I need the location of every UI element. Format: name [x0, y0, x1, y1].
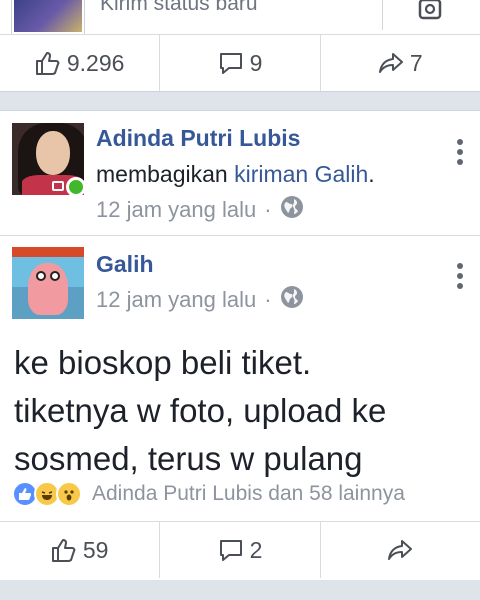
divider: [382, 0, 383, 30]
comment-button[interactable]: 2: [160, 522, 321, 578]
share-text-prefix: membagikan: [96, 161, 235, 187]
more-vertical-icon[interactable]: [454, 263, 466, 293]
status-prompt[interactable]: Kirim status baru: [100, 0, 258, 16]
camera-icon[interactable]: [418, 0, 444, 29]
share-description: membagikan kiriman Galih.: [96, 161, 375, 188]
top-action-row: 9.296 9 7: [0, 35, 480, 91]
like-icon: [51, 537, 77, 563]
timestamp[interactable]: 12 jam yang lalu: [96, 197, 256, 223]
post-meta: 12 jam yang lalu ·: [96, 195, 304, 225]
like-count: 59: [82, 536, 109, 563]
globe-icon: [280, 195, 304, 225]
like-button[interactable]: 59: [0, 522, 161, 578]
reactions-text: Adinda Putri Lubis dan 58 lainnya: [92, 482, 405, 505]
reactions-summary[interactable]: Adinda Putri Lubis dan 58 lainnya: [12, 481, 405, 507]
more-vertical-icon[interactable]: [454, 139, 466, 169]
globe-icon: [280, 285, 304, 315]
post-body-line: sosmed, terus w pulang: [14, 440, 363, 477]
comment-count: 9: [249, 49, 263, 76]
previous-post-card: Kirim status baru 9.296 9 7: [0, 0, 480, 92]
post-meta: 12 jam yang lalu ·: [96, 285, 304, 315]
shared-post-link[interactable]: kiriman Galih: [234, 161, 368, 187]
like-count: 9.296: [66, 49, 125, 76]
timestamp[interactable]: 12 jam yang lalu: [96, 287, 256, 313]
sharer-name[interactable]: Adinda Putri Lubis: [96, 125, 300, 152]
wow-reaction-icon: [56, 481, 82, 507]
like-icon: [35, 50, 61, 76]
post-body-line: tiketnya w foto, upload ke: [14, 392, 387, 429]
post-body-line: ke bioskop beli tiket.: [14, 344, 312, 381]
share-button[interactable]: [321, 522, 480, 578]
avatar[interactable]: [12, 247, 84, 319]
profile-thumbnail[interactable]: [12, 0, 84, 34]
comment-button[interactable]: 9: [160, 35, 321, 91]
comment-icon: [218, 537, 244, 563]
post-action-row: 59 2: [0, 522, 480, 578]
like-button[interactable]: 9.296: [0, 35, 161, 91]
meta-separator: ·: [264, 197, 272, 222]
share-button[interactable]: 7: [321, 35, 480, 91]
comment-icon: [218, 50, 244, 76]
shared-post-card: Adinda Putri Lubis membagikan kiriman Ga…: [0, 110, 480, 580]
meta-separator: ·: [264, 287, 272, 312]
share-count: 7: [409, 49, 423, 76]
sharer-header: Adinda Putri Lubis membagikan kiriman Ga…: [0, 111, 480, 235]
share-icon: [378, 50, 404, 76]
divider: [0, 235, 480, 236]
comment-count: 2: [249, 536, 263, 563]
author-name[interactable]: Galih: [96, 251, 154, 278]
post-body: ke bioskop beli tiket. tiketnya w foto, …: [14, 339, 470, 483]
share-text-suffix: .: [368, 161, 375, 187]
share-icon: [387, 537, 413, 563]
online-status-indicator: [66, 177, 86, 197]
